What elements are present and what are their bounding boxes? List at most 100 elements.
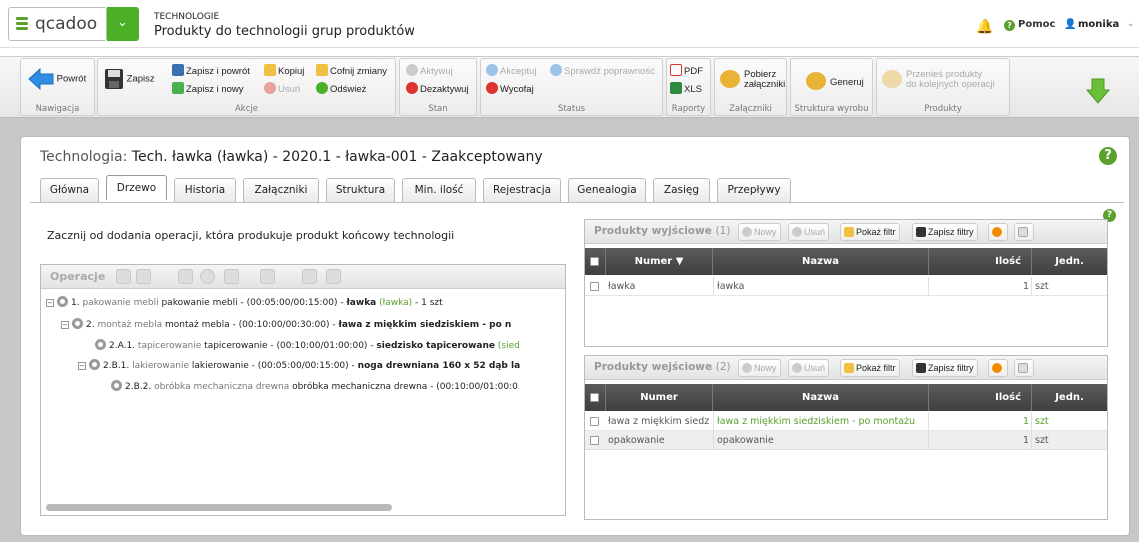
tree-node[interactable]: − 2. montaż mebla montaż mebla - (00:10:0…	[61, 318, 511, 330]
collapse-icon[interactable]: −	[46, 299, 54, 307]
new-button[interactable]: Nowy	[738, 223, 781, 241]
document-value: Tech. ławka (ławka) - 2020.1 - ławka-001…	[131, 149, 543, 165]
new-button[interactable]: Nowy	[738, 359, 781, 377]
download-attachments-button[interactable]: Pobierz załączniki	[720, 70, 785, 90]
save-filters-button[interactable]: Zapisz filtry	[912, 359, 978, 377]
op-product: ławka	[346, 298, 377, 308]
delete-button[interactable]: Usuń	[788, 223, 830, 241]
clear-filter-button[interactable]	[988, 359, 1008, 377]
collapse-icon[interactable]: −	[78, 362, 86, 370]
input-grid-title: Produkty wejściowe (2)	[594, 361, 731, 373]
generate-button[interactable]: Generuj	[806, 72, 864, 90]
generate-label: Generuj	[830, 77, 864, 88]
column-header-unit[interactable]: Jedn.	[1031, 384, 1107, 411]
column-header-quantity[interactable]: Ilość	[928, 248, 1031, 275]
app-menu-button[interactable]: ⌄	[107, 7, 139, 41]
refresh-button[interactable]: Odśwież	[316, 82, 366, 95]
tab-range[interactable]: Zasięg	[653, 178, 710, 202]
group-label: Status	[557, 104, 586, 114]
delete-button[interactable]: Usuń	[788, 359, 830, 377]
cell-number: opakowanie	[608, 435, 665, 446]
delete-icon[interactable]	[200, 269, 215, 284]
row-checkbox[interactable]	[590, 282, 599, 291]
column-header-unit[interactable]: Jedn.	[1031, 248, 1107, 275]
help-icon[interactable]: ?	[1099, 147, 1117, 165]
copy-icon	[264, 64, 276, 76]
save-button[interactable]: Zapisz	[104, 68, 155, 90]
column-header-name[interactable]: Nazwa	[712, 384, 928, 411]
user-menu[interactable]: monika	[1078, 19, 1119, 30]
save-back-button[interactable]: Zapisz i powrót	[172, 64, 250, 77]
help-link[interactable]: Pomoc	[1018, 19, 1055, 30]
help-icon[interactable]: ?	[1004, 20, 1015, 31]
op-times: - (00:10:00/01:00:0	[430, 382, 518, 392]
tab-flows[interactable]: Przepływy	[717, 178, 791, 202]
tree-node[interactable]: − 2.B.1. lakierowanie lakierowanie - (00:…	[78, 359, 520, 371]
tree-node[interactable]: 2.A.1. tapicerowanie tapicerowanie - (00…	[92, 339, 520, 351]
column-header-quantity[interactable]: Ilość	[928, 384, 1031, 411]
checkbox[interactable]	[590, 393, 599, 402]
delete-button[interactable]: Usuń	[264, 82, 300, 95]
xls-button[interactable]: XLS	[670, 82, 702, 95]
save-new-button[interactable]: Zapisz i nowy	[172, 82, 244, 95]
arrow-down-icon[interactable]	[1086, 78, 1110, 104]
select-all-checkbox[interactable]	[585, 384, 605, 411]
bell-icon[interactable]: 🔔	[976, 19, 993, 35]
undo-button[interactable]: Cofnij zmiany	[316, 64, 387, 77]
tab-min-quantity[interactable]: Min. ilość	[402, 178, 476, 202]
tab-tree[interactable]: Drzewo	[106, 175, 167, 200]
move-icon[interactable]	[260, 269, 275, 284]
save-filters-button[interactable]: Zapisz filtry	[912, 223, 978, 241]
output-grid-title-text: Produkty wyjściowe	[594, 225, 712, 237]
back-button[interactable]: Powrót	[28, 67, 86, 91]
section-label: TECHNOLOGIE	[154, 12, 220, 22]
activate-button[interactable]: Aktywuj	[406, 64, 453, 77]
column-header-number[interactable]: Numer ▼	[605, 248, 712, 275]
op-quantity: - 1 szt	[415, 298, 443, 308]
clear-filter-button[interactable]	[988, 223, 1008, 241]
column-header-number[interactable]: Numer	[605, 384, 712, 411]
tab-attachments[interactable]: Załączniki	[243, 178, 319, 202]
cell-number: ławka	[608, 281, 636, 292]
select-all-checkbox[interactable]	[585, 248, 605, 275]
row-checkbox[interactable]	[590, 417, 599, 426]
tab-history[interactable]: Historia	[174, 178, 236, 202]
app-logo[interactable]: qcadoo	[8, 7, 107, 41]
deactivate-button[interactable]: Dezaktywuj	[406, 82, 469, 95]
columns-button[interactable]	[1014, 223, 1034, 241]
tab-main[interactable]: Główna	[40, 178, 99, 202]
tree-node[interactable]: − 1. pakowanie mebli pakowanie mebli - (0…	[46, 296, 443, 308]
pdf-button[interactable]: PDF	[670, 64, 703, 77]
checkbox[interactable]	[590, 257, 599, 266]
columns-button[interactable]	[1014, 359, 1034, 377]
accept-button[interactable]: Akceptuj	[486, 64, 536, 77]
output-grid-title: Produkty wyjściowe (1)	[594, 225, 730, 237]
row-checkbox[interactable]	[590, 436, 599, 445]
show-filter-button[interactable]: Pokaż filtr	[840, 223, 900, 241]
tree-node[interactable]: 2.B.2. obróbka mechaniczna drewna obróbk…	[108, 380, 518, 392]
show-filter-button[interactable]: Pokaż filtr	[840, 359, 900, 377]
save-new-icon	[172, 82, 184, 94]
expand-icon[interactable]	[302, 269, 317, 284]
horizontal-scrollbar[interactable]	[46, 504, 392, 511]
withdraw-button[interactable]: Wycofaj	[486, 82, 534, 95]
tab-structure[interactable]: Struktura	[326, 178, 395, 202]
add-sub-operation-icon[interactable]	[136, 269, 151, 284]
gears-icon	[720, 70, 740, 88]
close-icon[interactable]	[224, 269, 239, 284]
add-operation-icon[interactable]	[116, 269, 131, 284]
edit-icon[interactable]	[178, 269, 193, 284]
chevron-down-icon[interactable]: ⌄	[1127, 19, 1135, 29]
collapse-icon[interactable]	[326, 269, 341, 284]
tab-genealogy[interactable]: Genealogia	[568, 178, 646, 202]
check-button[interactable]: Sprawdź poprawność	[550, 64, 655, 77]
gears-icon	[806, 72, 826, 90]
copy-button[interactable]: Kopiuj	[264, 64, 304, 77]
new-label: Nowy	[754, 227, 777, 237]
move-products-button[interactable]: Przenieś produkty do kolejnych operacji	[882, 70, 995, 90]
page-title: Produkty do technologii grup produktów	[154, 24, 415, 39]
collapse-icon[interactable]: −	[61, 321, 69, 329]
delete-label: Usuń	[804, 227, 826, 237]
tab-registration[interactable]: Rejestracja	[483, 178, 561, 202]
column-header-name[interactable]: Nazwa	[712, 248, 928, 275]
